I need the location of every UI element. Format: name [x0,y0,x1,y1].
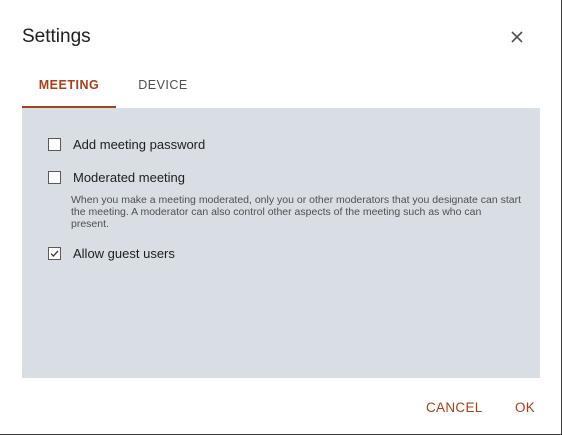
allow-guest-users-label: Allow guest users [73,245,175,261]
meeting-settings-panel: Add meeting password Moderated meeting W… [22,108,540,378]
close-icon [511,31,523,43]
moderated-meeting-option[interactable]: Moderated meeting [48,169,185,185]
allow-guest-users-checkbox[interactable] [48,246,61,260]
tab-meeting[interactable]: MEETING [22,64,116,108]
tab-device[interactable]: DEVICE [116,64,210,108]
moderated-meeting-description: When you make a meeting moderated, only … [71,194,521,230]
allow-guest-users-option[interactable]: Allow guest users [48,245,175,261]
cancel-button[interactable]: CANCEL [426,400,483,415]
add-meeting-password-label: Add meeting password [73,136,206,152]
checkmark-icon [50,250,59,257]
dialog-title: Settings [22,26,91,47]
ok-button[interactable]: OK [515,400,535,415]
settings-dialog: Settings MEETING DEVICE Add meeting pass… [0,0,562,435]
moderated-meeting-checkbox[interactable] [48,170,61,184]
tab-bar: MEETING DEVICE [22,64,540,108]
add-meeting-password-option[interactable]: Add meeting password [48,136,205,152]
moderated-meeting-label: Moderated meeting [73,169,186,185]
close-button[interactable] [506,26,528,48]
add-meeting-password-checkbox[interactable] [48,137,61,151]
